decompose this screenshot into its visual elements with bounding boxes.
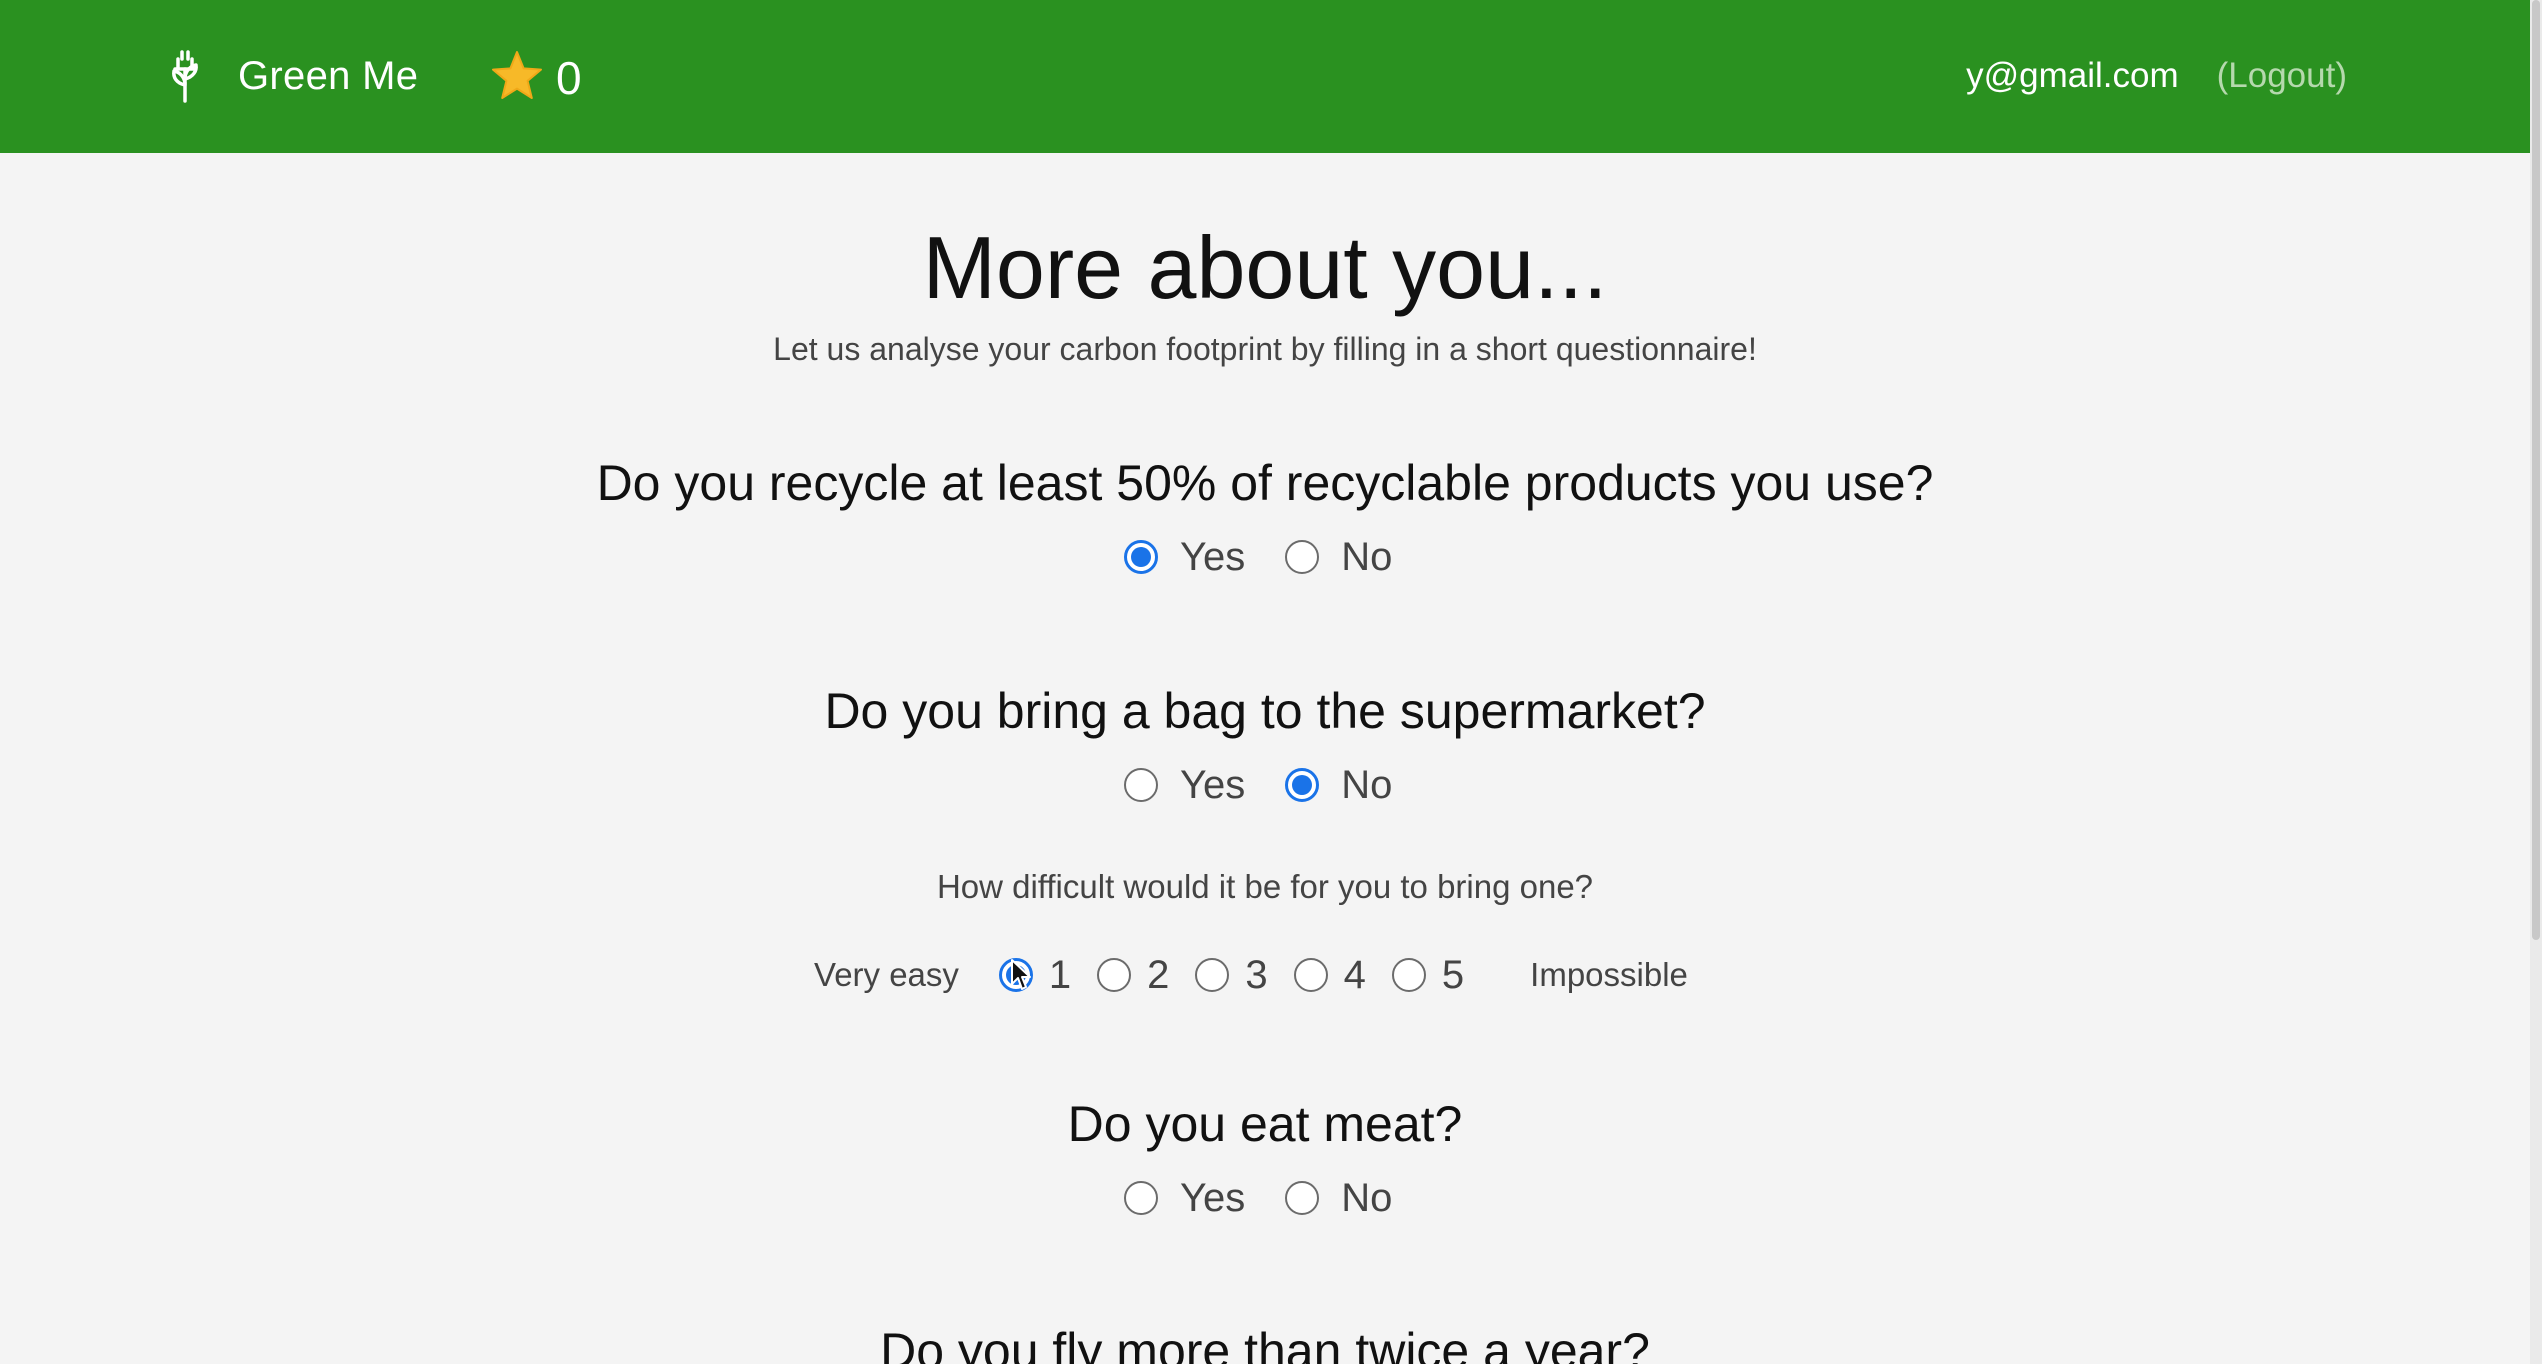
radio-bag-yes[interactable] (1124, 768, 1158, 802)
label-bag-no: No (1341, 762, 1393, 807)
label-recycle-yes: Yes (1180, 534, 1246, 579)
user-email: y@gmail.com (1966, 56, 2179, 95)
label-difficulty-2: 2 (1147, 952, 1170, 997)
label-bag-yes: Yes (1180, 762, 1246, 807)
radio-difficulty-2[interactable] (1097, 958, 1132, 992)
top-navbar: Green Me 0 y@gmail.com (Logout) (0, 0, 2530, 153)
radio-difficulty-4[interactable] (1293, 958, 1328, 992)
scale-low-label: Very easy (814, 956, 959, 993)
star-count: 0 (556, 52, 582, 104)
answer-group-recycle: Yes No (1124, 532, 1392, 582)
label-difficulty-5: 5 (1441, 952, 1465, 997)
answer-group-meat: Yes No (1124, 1173, 1392, 1223)
mouse-cursor-icon (1010, 958, 1032, 997)
page-subtitle: Let us analyse your carbon footprint by … (773, 331, 1757, 367)
label-meat-yes: Yes (1180, 1175, 1246, 1220)
label-meat-no: No (1341, 1175, 1393, 1220)
plant-plug-icon (168, 49, 202, 103)
user-menu: y@gmail.com (Logout) (1966, 46, 2347, 106)
radio-recycle-no[interactable] (1285, 540, 1320, 574)
scrollbar-thumb[interactable] (2532, 0, 2540, 940)
radio-meat-yes[interactable] (1124, 1181, 1158, 1215)
label-difficulty-1: 1 (1048, 952, 1072, 997)
label-difficulty-3: 3 (1245, 952, 1268, 997)
page-scrollbar[interactable] (2530, 0, 2542, 1364)
brand[interactable]: Green Me (168, 46, 418, 106)
page-title: More about you... (922, 218, 1608, 317)
question-meat: Do you eat meat? (1067, 1096, 1463, 1152)
difficulty-scale: Very easy 1 2 3 4 5 Impossible (814, 945, 1688, 1005)
radio-bag-no[interactable] (1285, 768, 1320, 802)
star-score: 0 (490, 46, 582, 110)
radio-difficulty-3[interactable] (1195, 958, 1230, 992)
answer-group-bag: Yes No (1124, 760, 1392, 810)
logout-link[interactable]: (Logout) (2217, 56, 2347, 96)
questionnaire: More about you... Let us analyse your ca… (0, 153, 2530, 1364)
question-recycle: Do you recycle at least 50% of recyclabl… (596, 455, 1934, 511)
question-bag: Do you bring a bag to the supermarket? (824, 683, 1706, 739)
label-recycle-no: No (1341, 534, 1393, 579)
app-name: Green Me (238, 53, 419, 98)
star-icon (490, 50, 544, 107)
scale-high-label: Impossible (1530, 956, 1688, 993)
question-fly: Do you fly more than twice a year? (880, 1323, 1650, 1364)
radio-recycle-yes[interactable] (1124, 540, 1158, 574)
radio-difficulty-5[interactable] (1391, 958, 1426, 992)
question-difficulty: How difficult would it be for you to bri… (936, 868, 1594, 905)
radio-meat-no[interactable] (1285, 1181, 1320, 1215)
label-difficulty-4: 4 (1343, 952, 1366, 997)
